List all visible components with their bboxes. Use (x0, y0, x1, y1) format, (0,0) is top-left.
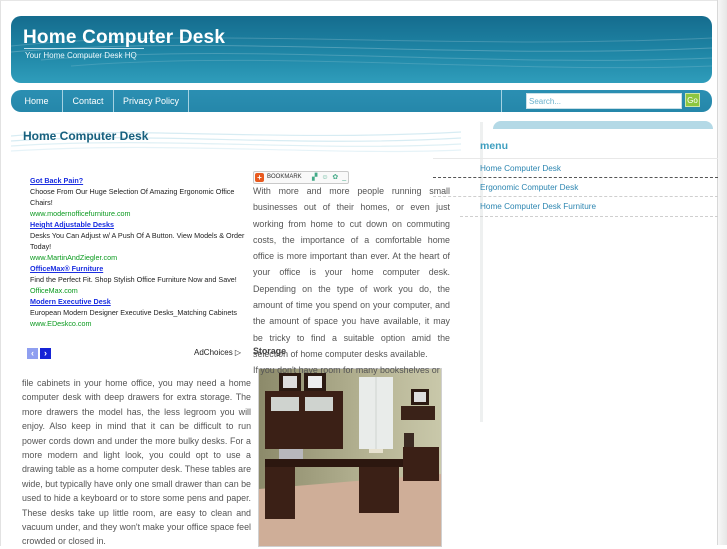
ad-url[interactable]: OfficeMax.com (30, 285, 248, 296)
ad-description: Desks You Can Adjust w/ A Push Of A Butt… (30, 231, 245, 251)
title-underline (24, 48, 144, 49)
ad-item: Height Adjustable Desks Desks You Can Ad… (30, 219, 248, 263)
ad-description: European Modern Designer Executive Desks… (30, 308, 237, 317)
plus-icon: + (255, 173, 264, 182)
nav-divider (501, 90, 502, 112)
storage-paragraph-first-line: If you don't have room for many bookshel… (253, 365, 440, 375)
bookmark-label: BOOKMARK (267, 174, 302, 180)
search-input[interactable] (526, 93, 682, 109)
ad-url[interactable]: www.MartinAndZiegler.com (30, 252, 248, 263)
page-title: Home Computer Desk (23, 129, 149, 143)
ad-url[interactable]: www.EDeskco.com (30, 318, 248, 329)
ad-item: Modern Executive Desk European Modern De… (30, 296, 248, 329)
storage-heading: Storage (253, 346, 287, 356)
storage-paragraph: file cabinets in your home office, you m… (22, 378, 251, 547)
sidebar-rule (460, 216, 718, 217)
site-title[interactable]: Home Computer Desk (23, 27, 225, 49)
ad-title-link[interactable]: Modern Executive Desk (30, 296, 248, 307)
ad-title-link[interactable]: Height Adjustable Desks (30, 219, 248, 230)
sidebar-rule (433, 177, 718, 178)
content-title-banner: Home Computer Desk (11, 122, 461, 156)
ad-url[interactable]: www.modernofficefurniture.com (30, 208, 248, 219)
search-go-button[interactable]: Go (685, 93, 700, 107)
ad-item: Got Back Pain? Choose From Our Huge Sele… (30, 175, 248, 219)
sidebar-rule (433, 158, 718, 159)
main-nav: Home Contact Privacy Policy Go (11, 90, 712, 112)
nav-privacy-policy[interactable]: Privacy Policy (114, 90, 189, 112)
sidebar-item-home-computer-desk[interactable]: Home Computer Desk (480, 164, 561, 173)
desk-illustration (259, 369, 441, 546)
chevron-right-icon[interactable]: › (40, 348, 51, 359)
intro-paragraph: With more and more people running small … (253, 186, 450, 359)
ad-description: Choose From Our Huge Selection Of Amazin… (30, 187, 235, 207)
nav-home[interactable]: Home (11, 90, 63, 112)
adchoices-link[interactable]: AdChoices ▷ (194, 348, 241, 357)
desk-photo (258, 368, 442, 547)
sidebar-rule (433, 196, 718, 197)
scrollbar[interactable] (717, 0, 727, 545)
sidebar-header-decoration (493, 121, 713, 129)
site-header: Home Computer Desk Your Home Computer De… (11, 16, 712, 83)
chevron-left-icon[interactable]: ‹ (27, 348, 38, 359)
ad-item: OfficeMax® Furniture Find the Perfect Fi… (30, 263, 248, 296)
site-tagline: Your Home Computer Desk HQ (25, 51, 137, 60)
sidebar-item-home-computer-desk-furniture[interactable]: Home Computer Desk Furniture (480, 202, 596, 211)
sidebar-heading: menu (480, 140, 509, 152)
nav-contact[interactable]: Contact (63, 90, 114, 112)
ad-block: Got Back Pain? Choose From Our Huge Sele… (30, 175, 248, 329)
ad-description: Find the Perfect Fit. Shop Stylish Offic… (30, 275, 237, 284)
ad-title-link[interactable]: Got Back Pain? (30, 175, 248, 186)
share-service-icons: ▞ ☺ ✿ _ (312, 174, 348, 181)
ad-title-link[interactable]: OfficeMax® Furniture (30, 263, 248, 274)
sidebar-item-ergonomic-computer-desk[interactable]: Ergonomic Computer Desk (480, 183, 578, 192)
